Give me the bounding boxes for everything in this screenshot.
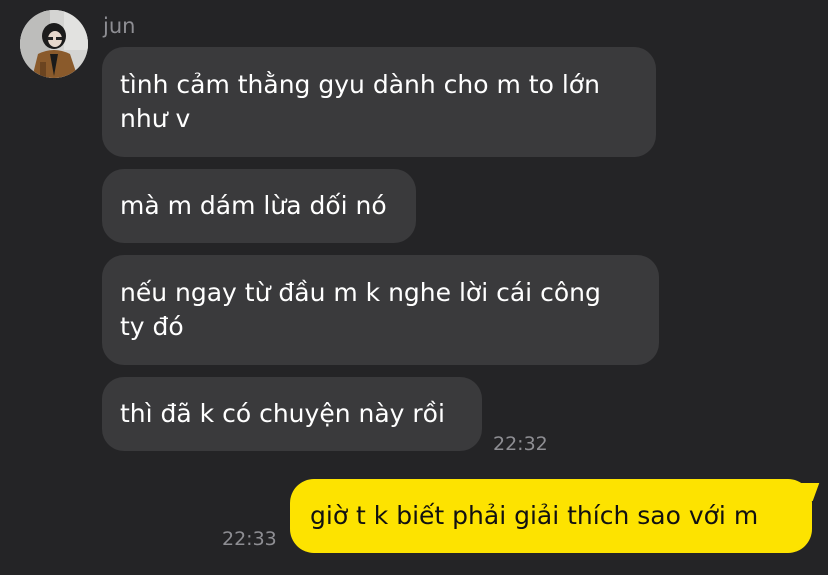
message-text: ty đó — [120, 312, 184, 341]
bubble-tail — [794, 483, 820, 501]
message-text: nếu ngay từ đầu m k nghe lời cái công — [120, 278, 601, 307]
profile-photo-icon — [20, 10, 88, 78]
incoming-message[interactable]: mà m dám lừa dối nó — [102, 169, 416, 243]
avatar[interactable] — [20, 10, 88, 78]
incoming-message[interactable]: tình cảm thằng gyu dành cho m to lớn như… — [102, 47, 656, 157]
incoming-message[interactable]: thì đã k có chuyện này rồi — [102, 377, 482, 451]
message-text: tình cảm thằng gyu dành cho m to lớn — [120, 70, 600, 99]
message-text: mà m dám lừa dối nó — [120, 191, 387, 220]
incoming-message[interactable]: nếu ngay từ đầu m k nghe lời cái công ty… — [102, 255, 659, 365]
message-text: như v — [120, 104, 191, 133]
message-timestamp: 22:33 — [222, 528, 277, 550]
message-timestamp: 22:32 — [493, 433, 548, 455]
message-text: thì đã k có chuyện này rồi — [120, 399, 445, 428]
sender-name: jun — [103, 14, 136, 38]
outgoing-message[interactable]: giờ t k biết phải giải thích sao với m — [290, 479, 820, 553]
message-text: giờ t k biết phải giải thích sao với m — [310, 501, 759, 530]
